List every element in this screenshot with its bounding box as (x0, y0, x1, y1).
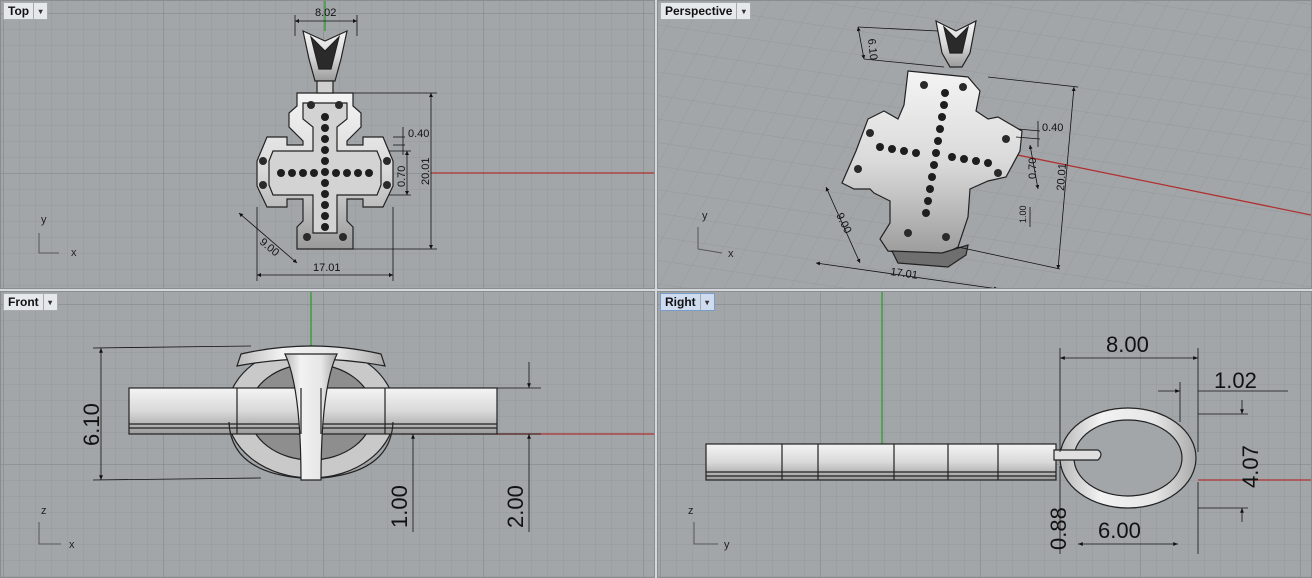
top-canvas[interactable]: 8.02 0.40 0.70 20.01 9.00 17.01 y x (1, 1, 654, 288)
axis-label-y: y (724, 539, 730, 551)
axis-label-x: x (728, 248, 734, 260)
axis-label-x: x (71, 247, 77, 259)
dim-top-gap: 0.40 (408, 128, 429, 140)
viewport-label-perspective[interactable]: Perspective ▾ (660, 2, 752, 20)
axis-label-z: z (688, 505, 694, 517)
dim-front-height: 6.10 (79, 403, 104, 446)
dim-persp-bail: 6.10 (865, 38, 879, 61)
dim-right-ring-thickness: 1.02 (1214, 368, 1257, 393)
viewport-title: Perspective (665, 4, 733, 18)
viewport-label-right[interactable]: Right ▾ (660, 293, 715, 311)
chevron-down-icon[interactable]: ▾ (33, 3, 47, 19)
dim-persp-height: 20.01 (1055, 163, 1069, 191)
dim-top-height: 20.01 (420, 157, 432, 185)
axis-label-z: z (41, 505, 47, 517)
dim-persp-inner: 0.70 (1027, 158, 1039, 179)
front-canvas[interactable]: 6.10 1.00 2.00 z x (1, 292, 654, 577)
dim-right-ring-height: 4.07 (1238, 445, 1263, 488)
dim-right-wire: 0.88 (1046, 507, 1071, 550)
dim-right-bail-width: 8.00 (1106, 332, 1149, 357)
dim-front-thick1: 1.00 (387, 485, 412, 528)
viewport-title: Front (8, 295, 39, 309)
chevron-down-icon[interactable]: ▾ (736, 3, 750, 19)
dim-persp-gap: 0.40 (1042, 122, 1063, 134)
gem-row-vertical (321, 113, 329, 231)
viewport-label-top[interactable]: Top ▾ (3, 2, 49, 20)
perspective-canvas[interactable]: 6.10 0.40 0.70 20.01 1.00 9.00 17.01 y x (658, 1, 1311, 288)
axis-label-x: x (69, 539, 75, 551)
viewport-right[interactable]: 8.00 1.02 4.07 0.88 6.00 z y Right ▾ (657, 291, 1312, 578)
viewport-label-front[interactable]: Front ▾ (3, 293, 58, 311)
right-canvas[interactable]: 8.00 1.02 4.07 0.88 6.00 z y (658, 292, 1311, 577)
dim-top-inner: 0.70 (396, 166, 408, 187)
viewport-front[interactable]: 6.10 1.00 2.00 z x Front ▾ (0, 291, 655, 578)
viewport-top[interactable]: 8.02 0.40 0.70 20.01 9.00 17.01 y x Top … (0, 0, 655, 289)
axis-label-y: y (41, 214, 47, 226)
dim-front-thick2: 2.00 (503, 485, 528, 528)
viewport-layout: 8.02 0.40 0.70 20.01 9.00 17.01 y x Top … (0, 0, 1312, 578)
chevron-down-icon[interactable]: ▾ (42, 294, 57, 310)
chevron-down-icon[interactable]: ▾ (699, 294, 714, 310)
dim-right-ring-width: 6.00 (1098, 518, 1141, 543)
dim-top-width: 17.01 (313, 262, 341, 274)
dim-top-width-bail: 8.02 (315, 7, 336, 19)
axis-label-y: y (702, 210, 708, 222)
viewport-title: Top (8, 4, 30, 18)
dim-persp-small: 1.00 (1018, 205, 1028, 223)
viewport-perspective[interactable]: 6.10 0.40 0.70 20.01 1.00 9.00 17.01 y x… (657, 0, 1312, 289)
viewport-title: Right (665, 295, 696, 309)
